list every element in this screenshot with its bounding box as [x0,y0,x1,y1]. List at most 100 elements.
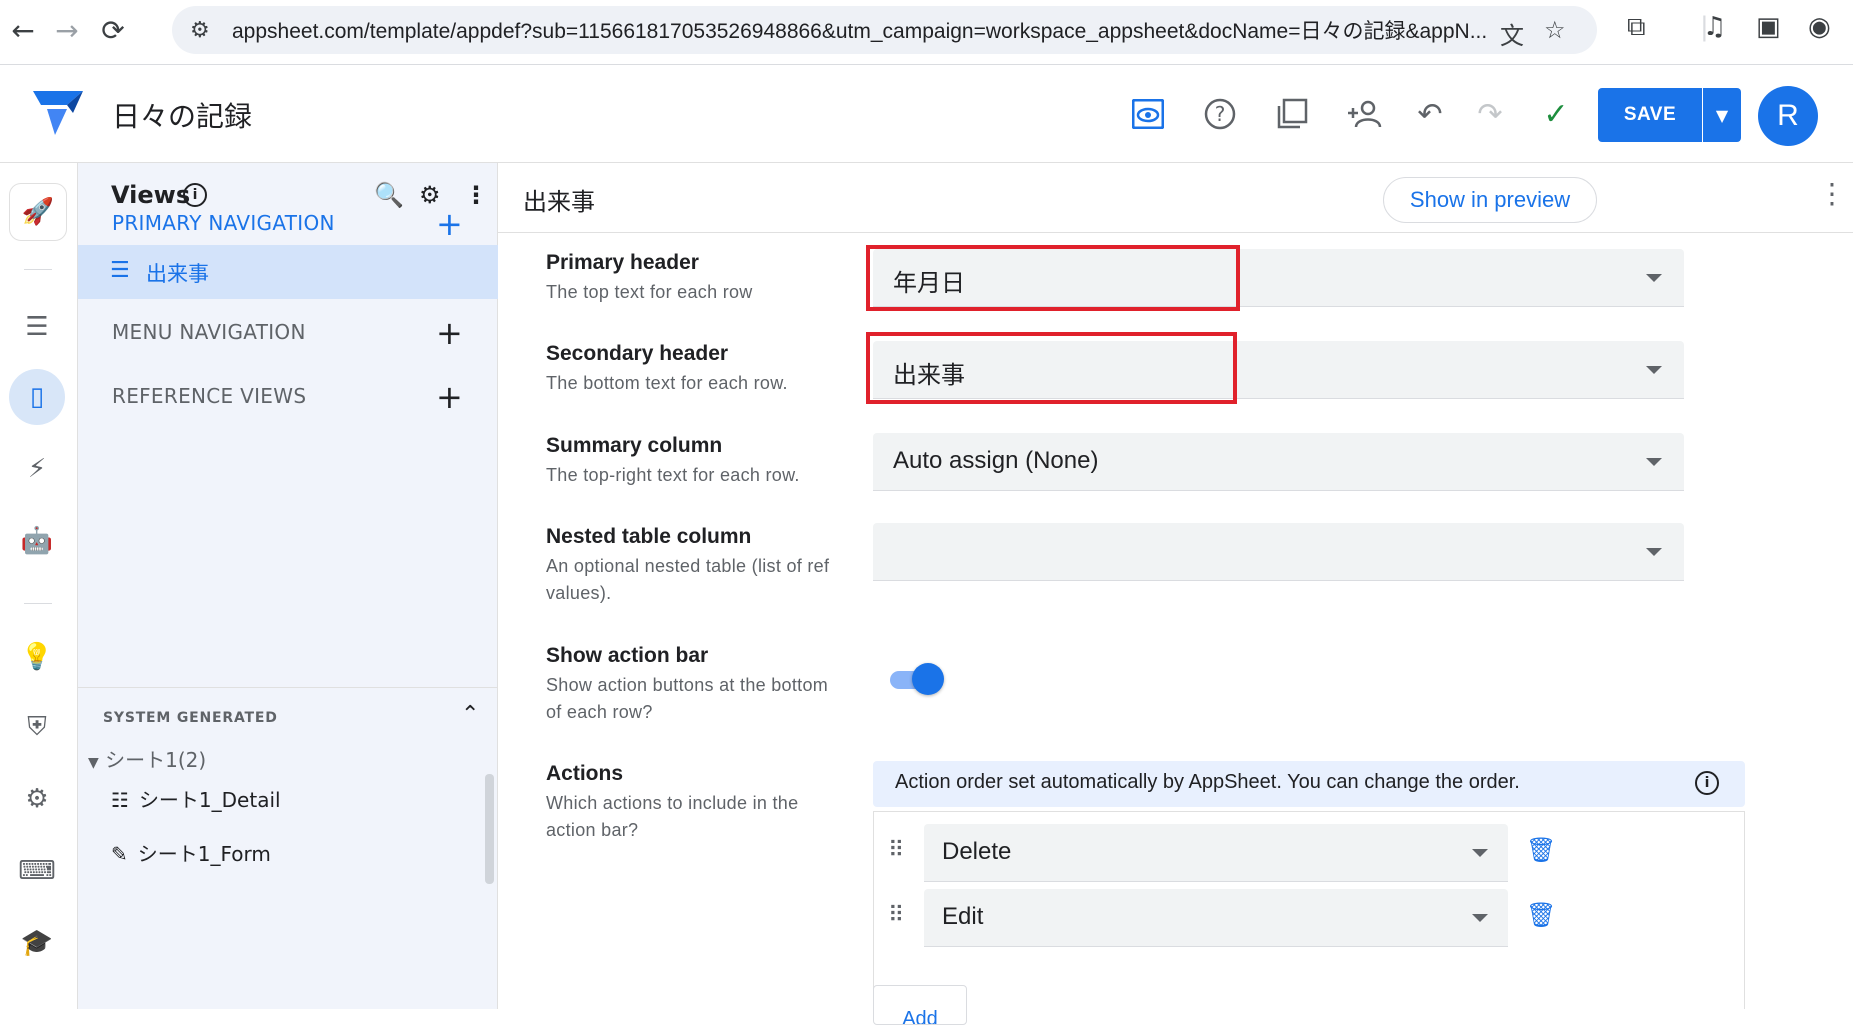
field-description: An optional nested table (list of ref va… [546,556,830,603]
app-header: 日々の記録 ? ↶ ↷ ✓ SAVE ▼ R [0,65,1853,163]
action-row: ⠿ Edit 🗑 [874,885,1746,949]
system-item-label: シート1_Form [137,842,271,866]
primary-navigation-section: PRIMARY NAVIGATION + [78,199,498,249]
profile-icon[interactable]: ◉ [1808,12,1831,42]
view-item-label: 出来事 [146,262,209,286]
rail-divider [24,603,52,604]
graduation-cap-learn-icon[interactable]: 🎓 [9,915,65,971]
save-options-dropdown[interactable]: ▼ [1703,88,1741,142]
rocket-launch-icon[interactable]: 🚀 [9,183,67,241]
action-select[interactable]: Delete [924,824,1508,882]
extensions-icon[interactable]: ⧉ [1627,12,1646,43]
system-group-count: (2) [177,748,207,772]
views-panel: Views i 🔍 ⚙ ⋮ PRIMARY NAVIGATION + ☰ 出来事… [78,163,498,1009]
data-table-icon[interactable]: ☰ [9,299,65,355]
browser-toolbar: ← → ⟳ ⚙ appsheet.com/template/appdef?sub… [0,0,1853,65]
side-panel-icon[interactable]: ▣ [1756,12,1781,42]
url-text[interactable]: appsheet.com/template/appdef?sub=1156618… [232,15,1492,45]
dropdown-caret-icon [1646,366,1662,374]
lightbulb-intelligence-icon[interactable]: 💡 [9,629,65,685]
add-action-button[interactable]: Add [873,985,967,1025]
menu-navigation-label: MENU NAVIGATION [112,320,306,344]
phone-views-icon[interactable]: ▯ [9,369,65,425]
editor-header: 出来事 Show in preview ⋮ [498,163,1853,233]
trash-icon[interactable]: 🗑 [1526,901,1556,929]
help-icon[interactable]: ? [1200,94,1240,134]
toggle-knob [912,663,944,695]
site-settings-icon[interactable]: ⚙ [190,18,220,43]
panel-scrollbar[interactable] [485,774,494,884]
translate-icon[interactable]: 文 [1500,16,1524,51]
system-generated-label: SYSTEM GENERATED [103,710,278,726]
media-control-icon[interactable]: ♫ [1703,12,1726,42]
highlight-box [866,332,1237,404]
lightning-actions-icon[interactable]: ⚡ [9,441,65,497]
reload-icon[interactable]: ⟳ [98,12,128,48]
preview-toggle-icon[interactable] [1128,94,1168,134]
dropdown-caret-icon [1472,914,1488,922]
add-primary-view-plus-icon[interactable]: + [436,205,463,243]
info-icon[interactable]: i [1695,771,1719,795]
dropdown-caret-icon [1646,458,1662,466]
monitor-manage-icon[interactable]: ⌨ [9,843,65,899]
reference-views-section: REFERENCE VIEWS + [78,372,498,422]
copy-app-icon[interactable] [1272,94,1312,134]
system-item-detail[interactable]: ☷ シート1_Detail [111,784,281,813]
action-row: ⠿ Delete 🗑 [874,820,1746,884]
view-item-出来事[interactable]: ☰ 出来事 [78,245,498,299]
address-bar[interactable]: ⚙ appsheet.com/template/appdef?sub=11566… [172,6,1597,54]
bookmark-star-icon[interactable]: ☆ [1544,16,1566,44]
back-arrow-icon[interactable]: ← [8,12,38,48]
system-item-form[interactable]: ✎ シート1_Form [111,838,271,867]
field-description: The bottom text for each row. [546,373,788,393]
robot-automation-icon[interactable]: 🤖 [9,513,65,569]
caret-down-icon: ▼ [88,755,99,771]
undo-icon[interactable]: ↶ [1410,94,1450,134]
drag-handle-icon[interactable]: ⠿ [888,838,904,863]
highlight-box [866,245,1240,311]
menu-navigation-section: MENU NAVIGATION + [78,308,498,358]
field-label: Summary column [546,434,723,457]
chevron-up-icon[interactable]: ⌃ [461,702,479,727]
field-description: The top text for each row [546,282,753,302]
svg-text:?: ? [1215,102,1226,126]
system-item-label: シート1_Detail [138,788,281,812]
detail-view-icon: ☷ [111,788,129,812]
gear-settings-icon[interactable]: ⚙ [9,771,65,827]
view-title: 出来事 [523,188,595,216]
select-value: Auto assign (None) [893,447,1099,474]
action-select[interactable]: Edit [924,889,1508,947]
field-description: Show action buttons at the bottom of eac… [546,675,829,722]
show-in-preview-button[interactable]: Show in preview [1383,177,1597,223]
field-label: Actions [546,762,624,785]
system-group-name: シート1 [105,748,178,772]
more-vert-icon[interactable]: ⋮ [1818,177,1846,210]
dropdown-caret-icon [1646,548,1662,556]
field-label: Show action bar [546,644,709,667]
actions-info-text: Action order set automatically by AppShe… [895,771,1520,793]
select-value: Edit [942,903,984,930]
field-label: Secondary header [546,342,729,365]
select-value: Delete [942,838,1012,865]
view-editor: 出来事 Show in preview ⋮ Primary header The… [498,163,1853,1025]
user-avatar[interactable]: R [1758,86,1818,146]
shield-security-icon[interactable]: ⛨ [9,699,65,755]
actions-list: ⠿ Delete 🗑 ⠿ Edit 🗑 [873,811,1745,1009]
list-icon: ☰ [110,258,130,283]
system-group-row[interactable]: ▼ シート1(2) [88,744,206,773]
forward-arrow-icon[interactable]: → [52,12,82,48]
nested-table-column-select[interactable] [873,523,1684,581]
show-action-bar-toggle[interactable] [890,663,946,695]
share-add-person-icon[interactable] [1344,94,1384,134]
trash-icon[interactable]: 🗑 [1526,836,1556,864]
redo-icon[interactable]: ↷ [1470,94,1510,134]
edit-form-icon: ✎ [111,842,128,866]
summary-column-select[interactable]: Auto assign (None) [873,433,1684,491]
add-menu-view-plus-icon[interactable]: + [436,314,463,352]
add-reference-view-plus-icon[interactable]: + [436,378,463,416]
field-description: The top-right text for each row. [546,465,800,485]
field-label: Primary header [546,251,699,274]
save-button[interactable]: SAVE [1598,88,1702,142]
dropdown-caret-icon [1472,849,1488,857]
drag-handle-icon[interactable]: ⠿ [888,903,904,928]
